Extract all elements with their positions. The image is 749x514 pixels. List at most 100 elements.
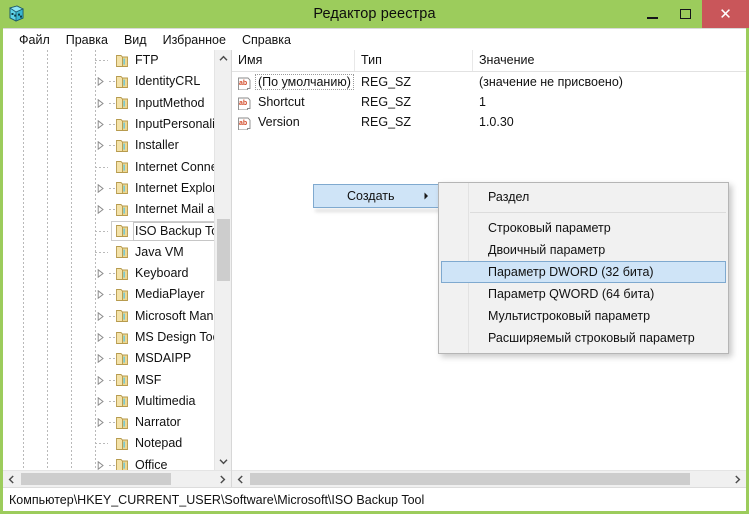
tree-item-msdaipp[interactable]: MSDAIPP	[3, 348, 215, 369]
tree-item-internet-connec[interactable]: Internet Connec	[3, 156, 215, 177]
menu-item-favorites[interactable]: Избранное	[155, 30, 234, 50]
tree-horizontal-scrollbar[interactable]	[3, 470, 231, 487]
list-hscroll-thumb[interactable]	[250, 473, 690, 485]
tree-item-inputpersonaliz[interactable]: InputPersonaliz	[3, 114, 215, 135]
tree-item-internet-explore[interactable]: Internet Explore	[3, 178, 215, 199]
expand-arrow-icon[interactable]	[95, 204, 106, 215]
menu-item-edit[interactable]: Правка	[58, 30, 116, 50]
tree-hscroll-thumb[interactable]	[21, 473, 171, 485]
folder-icon	[115, 458, 130, 470]
tree-item-label: Notepad	[135, 436, 183, 451]
folder-icon	[115, 96, 130, 110]
tree-item-internet-mail-an[interactable]: Internet Mail an	[3, 199, 215, 220]
expand-arrow-icon[interactable]	[95, 375, 106, 386]
tree-vertical-scrollbar[interactable]	[214, 50, 231, 470]
tree-item-ms-design-tool[interactable]: MS Design Tool	[3, 327, 215, 348]
registry-editor-window: Редактор реестра ✕ Файл Правка Вид Избра…	[0, 0, 749, 514]
cell-value-type: REG_SZ	[361, 115, 412, 129]
tree-item-inputmethod[interactable]: InputMethod	[3, 93, 215, 114]
tree-item-installer[interactable]: Installer	[3, 135, 215, 156]
scroll-right-button[interactable]	[214, 471, 231, 487]
submenu-item[interactable]: Строковый параметр	[441, 217, 726, 239]
expand-arrow-icon[interactable]	[95, 353, 106, 364]
folder-icon	[115, 118, 130, 132]
cell-value-data: 1	[479, 95, 486, 109]
table-row[interactable]: ab Shortcut REG_SZ 1	[232, 92, 746, 112]
submenu-item[interactable]: Параметр QWORD (64 бита)	[441, 283, 726, 305]
tree-item-msf[interactable]: MSF	[3, 369, 215, 390]
submenu-item[interactable]: Двоичный параметр	[441, 239, 726, 261]
folder-icon	[115, 54, 130, 68]
expand-arrow-icon[interactable]	[95, 311, 106, 322]
folder-icon	[115, 139, 130, 153]
tree-item-microsoft-mana[interactable]: Microsoft Mana	[3, 306, 215, 327]
menu-bar: Файл Правка Вид Избранное Справка	[3, 28, 746, 50]
chevron-left-icon	[8, 474, 14, 484]
scroll-left-button[interactable]	[3, 471, 20, 487]
expand-arrow-icon[interactable]	[95, 289, 106, 300]
submenu-items: Раздел Строковый параметр Двоичный парамет…	[439, 186, 728, 349]
expand-arrow-icon[interactable]	[95, 119, 106, 130]
expand-arrow-icon[interactable]	[95, 460, 106, 470]
context-menu-item-new[interactable]: Создать	[313, 184, 440, 208]
title-bar[interactable]: Редактор реестра ✕	[0, 0, 749, 28]
submenu-item-label: Мультистроковый параметр	[488, 309, 651, 323]
minimize-button[interactable]	[636, 0, 669, 28]
menu-item-view[interactable]: Вид	[116, 30, 155, 50]
expand-arrow-icon[interactable]	[95, 98, 106, 109]
menu-item-help[interactable]: Справка	[234, 30, 299, 50]
expand-arrow-icon[interactable]	[95, 183, 106, 194]
tree-item-ftp[interactable]: FTP	[3, 50, 215, 71]
scroll-up-button[interactable]	[215, 50, 231, 67]
list-scroll-left-button[interactable]	[232, 471, 249, 487]
scroll-down-button[interactable]	[215, 453, 231, 470]
tree-item-java-vm[interactable]: Java VM	[3, 242, 215, 263]
column-header-name[interactable]: Имя	[232, 50, 355, 71]
tree-item-keyboard[interactable]: Keyboard	[3, 263, 215, 284]
tree-item-label: Java VM	[135, 244, 184, 259]
tree-item-identitycrl[interactable]: IdentityCRL	[3, 71, 215, 92]
expand-arrow-icon[interactable]	[95, 268, 106, 279]
cell-value-name: ab Version	[232, 114, 355, 130]
tree-item-multimedia[interactable]: Multimedia	[3, 391, 215, 412]
folder-icon	[115, 160, 130, 174]
tree-item-label: FTP	[135, 53, 159, 68]
maximize-button[interactable]	[669, 0, 702, 28]
expand-arrow-icon[interactable]	[95, 396, 106, 407]
tree-item-office[interactable]: Office	[3, 455, 215, 470]
table-row[interactable]: ab Version REG_SZ 1.0.30	[232, 112, 746, 132]
list-horizontal-scrollbar[interactable]	[232, 470, 746, 487]
expand-arrow-icon[interactable]	[95, 76, 106, 87]
tree-item-label: MSF	[135, 372, 162, 387]
column-header-value[interactable]: Значение	[473, 50, 746, 71]
folder-icon	[115, 394, 130, 408]
window-controls: ✕	[636, 0, 749, 28]
tree-item-narrator[interactable]: Narrator	[3, 412, 215, 433]
submenu-item[interactable]: Параметр DWORD (32 бита)	[441, 261, 726, 283]
table-row[interactable]: ab (По умолчанию) REG_SZ (значение не присв…	[232, 72, 746, 92]
submenu-item[interactable]: Расширяемый строковый параметр	[441, 327, 726, 349]
context-menu-shadow	[315, 209, 442, 212]
submenu-item-label: Расширяемый строковый параметр	[488, 331, 695, 345]
column-header-type[interactable]: Тип	[355, 50, 473, 71]
tree-item-label: Keyboard	[135, 266, 189, 281]
tree-item-mediaplayer[interactable]: MediaPlayer	[3, 284, 215, 305]
expand-arrow-icon[interactable]	[95, 332, 106, 343]
tree-connector	[95, 251, 108, 253]
list-scroll-right-button[interactable]	[729, 471, 746, 487]
menu-item-file[interactable]: Файл	[11, 30, 58, 50]
tree-item-notepad[interactable]: Notepad	[3, 433, 215, 454]
expand-arrow-icon[interactable]	[95, 417, 106, 428]
tree-item-iso-backup-tool[interactable]: ISO Backup Tool	[3, 220, 215, 241]
submenu-item[interactable]: Раздел	[441, 186, 726, 208]
submenu-item[interactable]: Мультистроковый параметр	[441, 305, 726, 327]
tree-item-label: ISO Backup Tool	[133, 221, 215, 241]
tree-connector	[95, 166, 108, 168]
expand-arrow-icon[interactable]	[95, 140, 106, 151]
context-menu-item-new-label: Создать	[347, 189, 395, 203]
new-item-submenu: Раздел Строковый параметр Двоичный парамет…	[438, 182, 729, 354]
submenu-item-label: Строковый параметр	[488, 221, 611, 235]
tree-scroll-thumb[interactable]	[217, 219, 230, 281]
close-button[interactable]: ✕	[702, 0, 749, 28]
tree-item-label: Internet Explore	[135, 180, 215, 195]
